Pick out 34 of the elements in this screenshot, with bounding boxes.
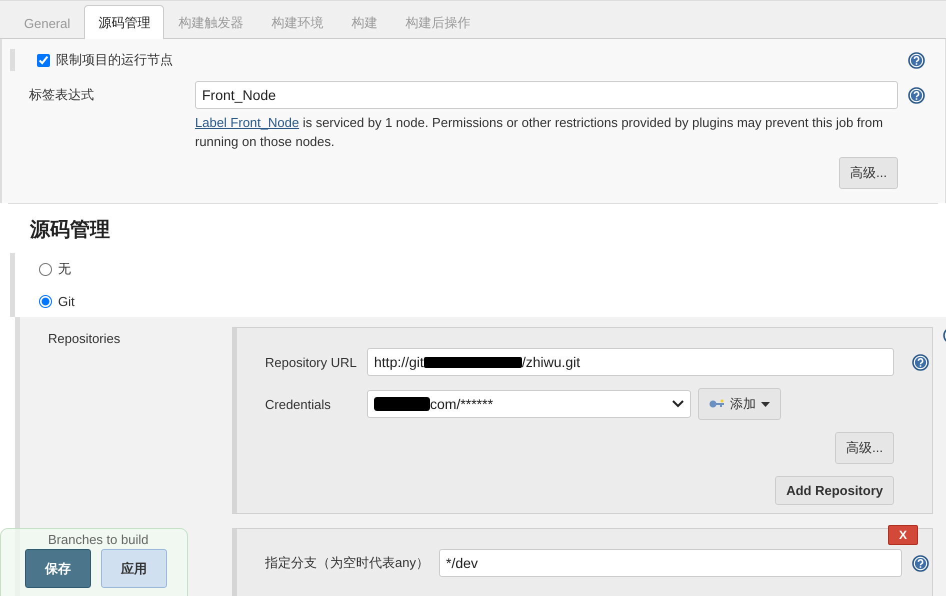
branches-label: Branches to build	[48, 532, 148, 547]
field-label: Repository URL	[265, 354, 358, 370]
apply-button[interactable]: 应用	[101, 549, 167, 588]
advanced-button[interactable]: 高级...	[835, 432, 894, 464]
checkbox-label: 限制项目的运行节点	[56, 51, 173, 69]
label-expression-field[interactable]: Front_Node	[195, 81, 898, 109]
tab[interactable]: 源码管理	[84, 5, 164, 39]
help-icon[interactable]	[912, 354, 929, 370]
add-credentials-button[interactable]: 添加	[698, 388, 781, 420]
checkbox[interactable]	[37, 54, 50, 66]
radio-label: 无	[58, 260, 71, 278]
credentials-dropdown[interactable]: com/******	[367, 390, 691, 418]
help-icon[interactable]	[912, 554, 929, 572]
radio-button[interactable]	[39, 262, 52, 276]
field-label: 标签表达式	[29, 86, 95, 104]
caret-icon	[761, 402, 770, 406]
radio-label: Git	[58, 294, 75, 308]
label-note: Label Front_Node is serviced by 1 node. Permissions or other restrictions provided by plugins may prevent this job from running on those nodes.	[195, 114, 884, 151]
branch-field[interactable]: */dev	[439, 549, 902, 577]
add-repository-button[interactable]: Add Repository	[775, 476, 894, 505]
section-heading: 源码管理	[8, 203, 938, 253]
field-label: 指定分支（为空时代表any）	[265, 554, 430, 572]
repositories-label: Repositories	[48, 330, 122, 348]
field-label: Credentials	[265, 396, 332, 412]
radio-button[interactable]	[39, 294, 52, 308]
label-link[interactable]: Label Front_Node	[195, 115, 300, 130]
repository-url-field[interactable]: http://git /zhiwu.git	[367, 348, 894, 376]
key-icon	[709, 399, 725, 409]
delete-button[interactable]: X	[888, 525, 918, 545]
help-icon[interactable]	[908, 86, 925, 104]
save-button[interactable]: 保存	[25, 549, 91, 588]
chevron-down-icon	[672, 400, 684, 408]
advanced-button[interactable]: 高级...	[839, 157, 898, 189]
help-icon[interactable]	[908, 52, 925, 68]
